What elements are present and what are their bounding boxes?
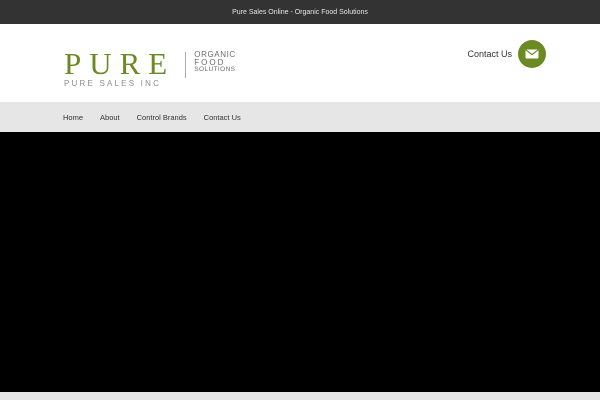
- logo-tagline-food: FOOD: [194, 57, 226, 67]
- top-bar: Pure Sales Online - Organic Food Solutio…: [0, 0, 600, 24]
- header-contact-label: Contact Us: [467, 49, 512, 59]
- logo-tagline-solutions: SOLUTIONS: [194, 66, 236, 73]
- nav-item-about[interactable]: About: [100, 113, 120, 122]
- site-logo[interactable]: PURE PURE SALES INC ORGANIC FOOD SOLUTIO…: [64, 46, 236, 88]
- hero-banner: [0, 132, 600, 392]
- top-bar-text: Pure Sales Online - Organic Food Solutio…: [232, 8, 368, 16]
- footer-strip: [0, 392, 600, 400]
- logo-subtitle: PURE SALES INC: [64, 79, 162, 88]
- envelope-glyph: [525, 49, 539, 59]
- logo-tagline: ORGANIC FOOD SOLUTIONS: [194, 51, 236, 74]
- nav-item-home[interactable]: Home: [63, 113, 83, 122]
- logo-main: PURE PURE SALES INC: [64, 46, 176, 88]
- nav-item-contact-us[interactable]: Contact Us: [204, 113, 241, 122]
- site-header: PURE PURE SALES INC ORGANIC FOOD SOLUTIO…: [0, 24, 600, 102]
- nav-item-control-brands[interactable]: Control Brands: [137, 113, 187, 122]
- header-contact-link[interactable]: Contact Us: [467, 40, 546, 68]
- logo-word: PURE: [64, 46, 176, 81]
- envelope-icon[interactable]: [518, 40, 546, 68]
- main-nav: Home About Control Brands Contact Us: [0, 102, 600, 132]
- logo-divider: [185, 52, 187, 78]
